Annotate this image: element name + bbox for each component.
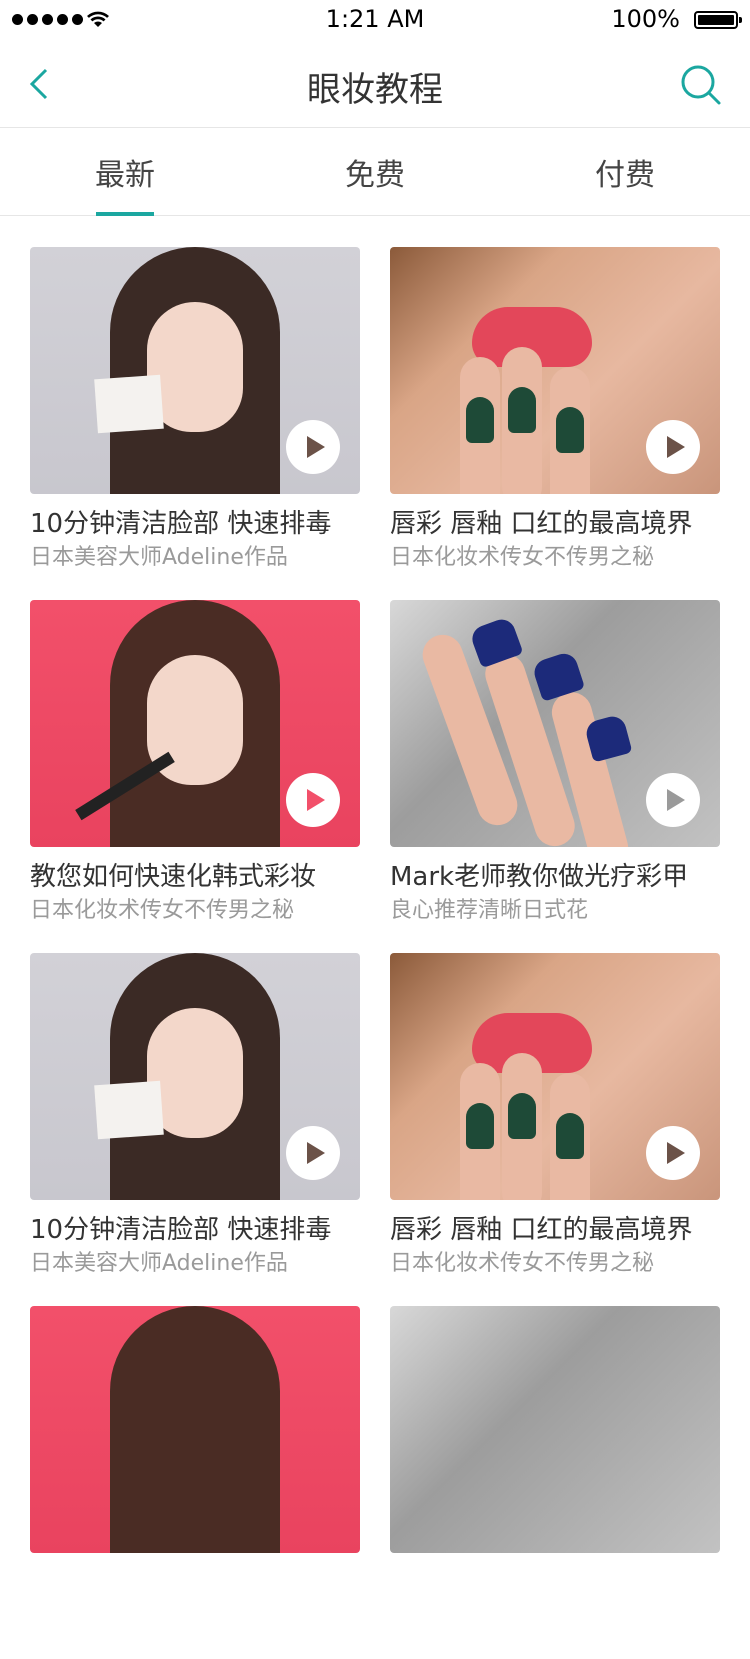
video-subtitle: 日本化妆术传女不传男之秘 <box>390 1251 655 1276</box>
video-subtitle: 良心推荐清晰日式花 <box>390 898 589 923</box>
video-thumbnail[interactable] <box>390 1306 720 1553</box>
play-icon[interactable] <box>646 1126 700 1180</box>
play-icon[interactable] <box>286 773 340 827</box>
video-card[interactable] <box>30 1306 360 1659</box>
tab-paid[interactable]: 付费 <box>500 128 750 215</box>
video-thumbnail[interactable] <box>390 247 720 494</box>
video-title: 唇彩 唇釉 口红的最高境界 <box>390 1215 693 1245</box>
video-thumbnail[interactable] <box>30 1306 360 1553</box>
video-card[interactable] <box>390 1306 720 1659</box>
video-title: 教您如何快速化韩式彩妆 <box>30 862 317 892</box>
video-grid: 10分钟清洁脸部 快速排毒 日本美容大师Adeline作品 唇彩 唇釉 口红的最… <box>30 247 720 1659</box>
play-icon[interactable] <box>286 420 340 474</box>
video-card[interactable]: 10分钟清洁脸部 快速排毒 日本美容大师Adeline作品 <box>30 247 360 600</box>
video-title: 10分钟清洁脸部 快速排毒 <box>30 509 332 539</box>
video-thumbnail[interactable] <box>390 953 720 1200</box>
battery-percent: 100% <box>611 5 680 33</box>
video-title: Mark老师教你做光疗彩甲 <box>390 862 689 892</box>
tab-free[interactable]: 免费 <box>250 128 500 215</box>
video-thumbnail[interactable] <box>30 953 360 1200</box>
tab-bar: 最新 免费 付费 <box>0 128 750 216</box>
video-card[interactable]: 教您如何快速化韩式彩妆 日本化妆术传女不传男之秘 <box>30 600 360 953</box>
video-subtitle: 日本化妆术传女不传男之秘 <box>30 898 295 923</box>
video-thumbnail[interactable] <box>390 600 720 847</box>
video-subtitle: 日本美容大师Adeline作品 <box>30 1251 288 1276</box>
video-card[interactable]: Mark老师教你做光疗彩甲 良心推荐清晰日式花 <box>390 600 720 953</box>
nav-bar: 眼妆教程 <box>0 40 750 128</box>
search-icon[interactable] <box>680 64 722 106</box>
tab-latest[interactable]: 最新 <box>0 128 250 216</box>
video-card[interactable]: 唇彩 唇釉 口红的最高境界 日本化妆术传女不传男之秘 <box>390 247 720 600</box>
play-icon[interactable] <box>646 773 700 827</box>
page-title: 眼妆教程 <box>307 70 443 110</box>
video-thumbnail[interactable] <box>30 600 360 847</box>
video-subtitle: 日本美容大师Adeline作品 <box>30 545 288 570</box>
play-icon[interactable] <box>286 1126 340 1180</box>
status-bar: 1:21 AM 100% <box>0 0 750 40</box>
battery-icon <box>694 11 742 29</box>
video-subtitle: 日本化妆术传女不传男之秘 <box>390 545 655 570</box>
video-title: 唇彩 唇釉 口红的最高境界 <box>390 509 693 539</box>
video-title: 10分钟清洁脸部 快速排毒 <box>30 1215 332 1245</box>
video-thumbnail[interactable] <box>30 247 360 494</box>
play-icon[interactable] <box>646 420 700 474</box>
video-card[interactable]: 10分钟清洁脸部 快速排毒 日本美容大师Adeline作品 <box>30 953 360 1306</box>
video-card[interactable]: 唇彩 唇釉 口红的最高境界 日本化妆术传女不传男之秘 <box>390 953 720 1306</box>
